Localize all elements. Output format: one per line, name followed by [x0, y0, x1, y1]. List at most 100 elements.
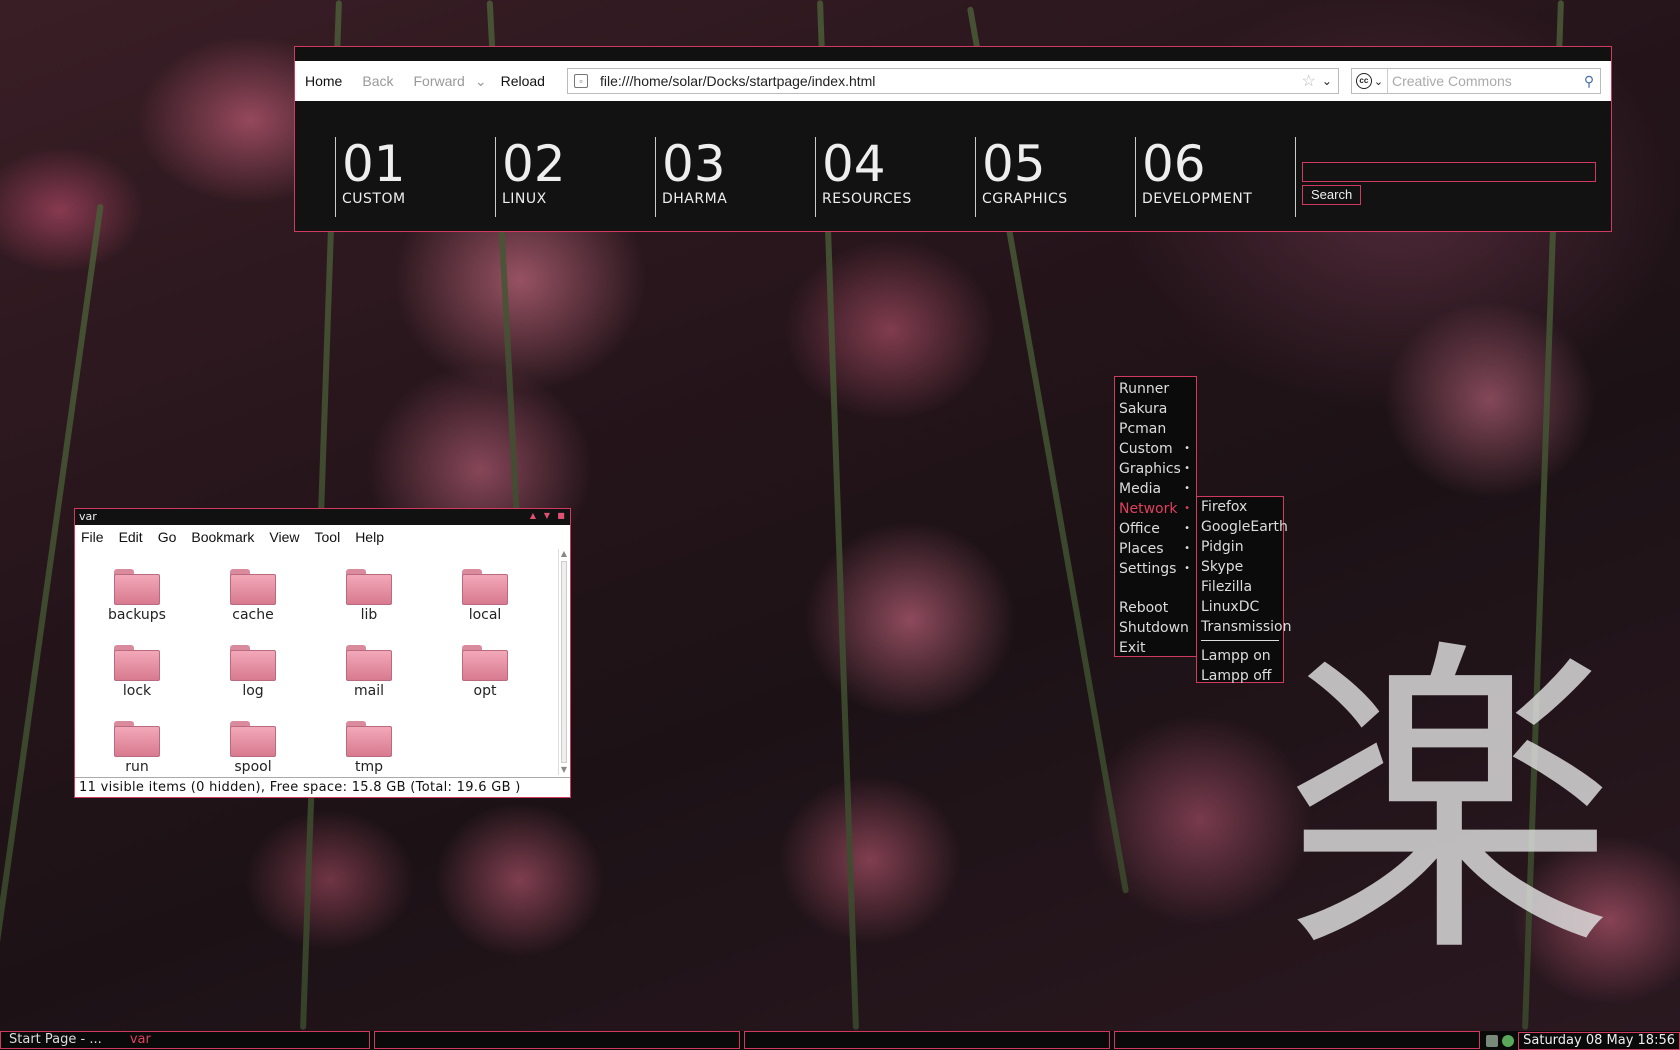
- menu-item-media[interactable]: Media •: [1115, 479, 1196, 499]
- forward-button[interactable]: Forward: [413, 73, 464, 89]
- folder-item[interactable]: lock: [97, 645, 177, 699]
- history-dropdown-icon[interactable]: ⌄: [475, 73, 487, 90]
- menu-item-pcman[interactable]: Pcman: [1115, 419, 1196, 439]
- close-icon[interactable]: ■: [556, 511, 566, 521]
- vertical-scrollbar[interactable]: ▲ ▼: [558, 549, 568, 775]
- url-bar[interactable]: ▫ file:///home/solar/Docks/startpage/ind…: [566, 68, 1339, 94]
- home-button[interactable]: Home: [305, 73, 342, 89]
- taskbar-slot[interactable]: [1114, 1031, 1480, 1049]
- network-submenu: Firefox GoogleEarth Pidgin Skype Filezil…: [1196, 496, 1291, 686]
- tile-label: RESOURCES: [822, 191, 912, 207]
- folder-item[interactable]: backups: [97, 569, 177, 623]
- folder-item[interactable]: opt: [445, 645, 525, 699]
- browser-titlebar[interactable]: [295, 47, 1611, 61]
- folder-label: tmp: [354, 759, 383, 775]
- tile-linux[interactable]: 02 LINUX: [495, 137, 655, 217]
- folder-label: run: [125, 759, 149, 775]
- taskbar-button-browser[interactable]: Start Page - ... var: [0, 1031, 370, 1049]
- startpage-search: Search: [1295, 137, 1596, 217]
- menu-help[interactable]: Help: [355, 529, 384, 545]
- reload-button[interactable]: Reload: [501, 73, 545, 89]
- network-icon[interactable]: [1486, 1034, 1499, 1047]
- clock[interactable]: Saturday 08 May 18:56: [1518, 1031, 1680, 1050]
- scroll-thumb[interactable]: [561, 561, 567, 763]
- folder-item[interactable]: tmp: [329, 721, 409, 775]
- menu-item-label: Settings: [1119, 561, 1177, 577]
- back-button[interactable]: Back: [362, 73, 393, 89]
- menu-item-shutdown[interactable]: Shutdown: [1115, 618, 1196, 638]
- minimize-icon[interactable]: ▲: [528, 511, 538, 521]
- submenu-item-skype[interactable]: Skype: [1197, 557, 1283, 577]
- menu-item-network[interactable]: Network •: [1115, 499, 1196, 519]
- bookmark-star-icon[interactable]: ☆: [1302, 71, 1316, 91]
- menu-edit[interactable]: Edit: [119, 529, 143, 545]
- maximize-icon[interactable]: ▼: [542, 511, 552, 521]
- submenu-item-linuxdc[interactable]: LinuxDC: [1197, 597, 1283, 617]
- menu-bookmark[interactable]: Bookmark: [191, 529, 254, 545]
- status-bar: 11 visible items (0 hidden), Free space:…: [75, 777, 570, 797]
- tile-cgraphics[interactable]: 05 CGRAPHICS: [975, 137, 1135, 217]
- startpage-search-input[interactable]: [1302, 161, 1596, 182]
- menu-item-runner[interactable]: Runner: [1115, 379, 1196, 399]
- update-icon[interactable]: [1502, 1034, 1515, 1047]
- window-title: var: [79, 510, 97, 523]
- folder-item[interactable]: mail: [329, 645, 409, 699]
- search-icon[interactable]: ⚲: [1578, 73, 1600, 90]
- search-button[interactable]: Search: [1302, 184, 1362, 205]
- menu-item-office[interactable]: Office •: [1115, 519, 1196, 539]
- submenu-item-pidgin[interactable]: Pidgin: [1197, 537, 1283, 557]
- search-engine-selector[interactable]: cc ⌄: [1352, 69, 1388, 93]
- taskbar-slot[interactable]: [374, 1031, 740, 1049]
- submenu-item-googleearth[interactable]: GoogleEarth: [1197, 517, 1288, 537]
- folder-item[interactable]: spool: [213, 721, 293, 775]
- submenu-item-transmission[interactable]: Transmission: [1197, 617, 1291, 637]
- menu-item-label: Network: [1119, 501, 1178, 517]
- search-engine-input[interactable]: Creative Commons: [1388, 73, 1578, 89]
- file-manager-titlebar[interactable]: var ▲ ▼ ■: [75, 509, 570, 525]
- taskbar-slot[interactable]: [744, 1031, 1110, 1049]
- menu-item-reboot[interactable]: Reboot: [1115, 598, 1196, 618]
- tile-label: DEVELOPMENT: [1142, 191, 1253, 207]
- menu-separator: [1115, 579, 1196, 598]
- file-manager-menubar: File Edit Go Bookmark View Tool Help: [75, 525, 570, 549]
- folder-label: local: [468, 607, 502, 623]
- submenu-arrow-icon: •: [1184, 543, 1190, 554]
- menu-item-custom[interactable]: Custom •: [1115, 439, 1196, 459]
- tile-development[interactable]: 06 DEVELOPMENT: [1135, 137, 1295, 217]
- scroll-down-icon[interactable]: ▼: [559, 765, 569, 775]
- menu-go[interactable]: Go: [158, 529, 177, 545]
- folder-item[interactable]: lib: [329, 569, 409, 623]
- menu-item-graphics[interactable]: Graphics •: [1115, 459, 1196, 479]
- folder-item[interactable]: run: [97, 721, 177, 775]
- submenu-item-firefox[interactable]: Firefox: [1197, 497, 1283, 517]
- submenu-item-lampp-on[interactable]: Lampp on: [1197, 646, 1283, 666]
- submenu-arrow-icon: •: [1184, 503, 1190, 514]
- menu-view[interactable]: View: [269, 529, 299, 545]
- tile-dharma[interactable]: 03 DHARMA: [655, 137, 815, 217]
- file-manager-window: var ▲ ▼ ■ File Edit Go Bookmark View Too…: [74, 508, 571, 798]
- folder-item[interactable]: log: [213, 645, 293, 699]
- menu-item-settings[interactable]: Settings •: [1115, 559, 1196, 579]
- submenu-item-lampp-off[interactable]: Lampp off: [1197, 666, 1283, 686]
- tile-resources[interactable]: 04 RESOURCES: [815, 137, 975, 217]
- task-label: Start Page - ...: [9, 1032, 102, 1047]
- menu-item-sakura[interactable]: Sakura: [1115, 399, 1196, 419]
- folder-icon: [346, 645, 392, 681]
- folder-icon: [114, 645, 160, 681]
- scroll-up-icon[interactable]: ▲: [559, 549, 569, 559]
- task-label-active[interactable]: var: [130, 1032, 151, 1047]
- menu-file[interactable]: File: [81, 529, 104, 545]
- menu-tool[interactable]: Tool: [315, 529, 341, 545]
- creative-commons-icon: cc: [1355, 73, 1372, 89]
- submenu-item-filezilla[interactable]: Filezilla: [1197, 577, 1283, 597]
- url-dropdown-icon[interactable]: ⌄: [1322, 74, 1332, 88]
- folder-label: lock: [122, 683, 152, 699]
- url-text[interactable]: file:///home/solar/Docks/startpage/index…: [600, 73, 1302, 89]
- submenu-separator: [1201, 640, 1279, 641]
- menu-item-exit[interactable]: Exit: [1115, 638, 1196, 658]
- search-engine-bar[interactable]: cc ⌄ Creative Commons ⚲: [1350, 68, 1601, 94]
- tile-custom[interactable]: 01 CUSTOM: [335, 137, 495, 217]
- menu-item-places[interactable]: Places •: [1115, 539, 1196, 559]
- folder-item[interactable]: cache: [213, 569, 293, 623]
- folder-item[interactable]: local: [445, 569, 525, 623]
